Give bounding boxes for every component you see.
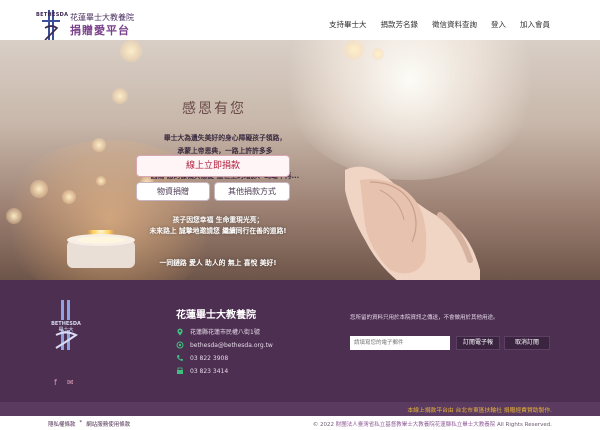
hero-closing-text: 一同鏈路 愛人 助人的 無上 喜悅 美好! [159, 259, 277, 267]
newsletter-email-input[interactable] [350, 336, 450, 350]
hero-title: 感恩有您 [182, 101, 246, 117]
copyright-org-link[interactable]: 財團法人臺灣省私立基督教畢士大教養院花蓮縣私立畢士大教養院 [336, 422, 496, 428]
copyright-suffix: All Rights Reserved. [495, 422, 552, 428]
logo-platform-name[interactable]: 捐贈愛平台 [70, 22, 130, 38]
policy-separator: * [79, 420, 83, 426]
policy-links: 隱私權條款 * 網站服務使用條款 [48, 420, 130, 428]
site-header: BETHESDA 花蓮畢士大教養院 捐贈愛平台 支持畢士大 捐款芳名錄 徵信資料… [0, 0, 600, 42]
footer-phone[interactable]: 03 822 3908 [190, 355, 228, 362]
bokeh-light [372, 48, 384, 60]
privacy-policy-link[interactable]: 隱私權條款 [48, 420, 76, 428]
subscribe-button[interactable]: 訂閱電子報 [456, 336, 500, 350]
nav-records-query[interactable]: 徵信資料查詢 [432, 19, 477, 30]
sponsor-text: 本線上捐款平台由 台北市東區扶輪社 捐贈經費贊助製作. [407, 408, 552, 414]
footer-email[interactable]: bethesda@bethesda.org.tw [190, 342, 273, 349]
footer-address: 花蓮縣花蓮市民權八街1號 [190, 329, 260, 336]
mail-icon [176, 341, 184, 349]
logo-english-text: BETHESDA [36, 12, 69, 18]
hero-line: 畢士大為遺失美好的身心障礙孩子領路， [163, 134, 287, 142]
hero-thanks-text: 孩子因您幸福 生命重現光亮； 未來路上 誠摯地邀請您 繼續同行在善的道路! [118, 215, 318, 237]
footer-org-name: 花蓮畢士大教養院 [176, 310, 256, 321]
footer-email-row: bethesda@bethesda.org.tw [176, 341, 273, 349]
bokeh-light [120, 40, 142, 62]
envelope-icon[interactable]: ✉ [67, 378, 74, 387]
fax-icon [177, 367, 183, 374]
footer-fax-row: 03 823 3414 [176, 367, 228, 375]
unsubscribe-button[interactable]: 取消訂閱 [504, 336, 550, 350]
hero-banner: 感恩有您 畢士大為遺失美好的身心障礙孩子領路， 承蒙上帝恩典，一路上許許多多 良… [0, 40, 600, 280]
terms-of-service-link[interactable]: 網站服務使用條款 [86, 420, 130, 428]
nav-donor-list[interactable]: 捐款芳名錄 [381, 19, 419, 30]
other-donation-methods-button[interactable]: 其他捐款方式 [214, 182, 290, 201]
main-nav: 支持畢士大 捐款芳名錄 徵信資料查詢 登入 加入會員 [329, 19, 550, 30]
bokeh-light [30, 180, 48, 198]
bokeh-light [62, 190, 76, 204]
hero-line: 未來路上 誠摯地邀請您 繼續同行在善的道路! [149, 227, 287, 235]
footer-address-row: 花蓮縣花蓮市民權八街1號 [176, 327, 260, 336]
footer-fax: 03 823 3414 [190, 367, 229, 375]
bokeh-light [6, 208, 22, 224]
hero-line: 孩子因您幸福 生命重現光亮； [172, 216, 264, 224]
footer-phone-row: 03 822 3908 [176, 354, 228, 362]
copyright-prefix: © 2022 [312, 422, 336, 428]
nav-register[interactable]: 加入會員 [520, 19, 550, 30]
donate-goods-button[interactable]: 物資捐贈 [136, 182, 210, 201]
footer-logo-icon[interactable]: BETHESDA 畢士大 [46, 300, 86, 350]
copyright: © 2022 財團法人臺灣省私立基督教畢士大教養院花蓮縣私立畢士大教養院 All… [313, 420, 552, 428]
nav-support[interactable]: 支持畢士大 [329, 19, 367, 30]
nav-login[interactable]: 登入 [491, 19, 506, 30]
bokeh-light [112, 88, 128, 104]
location-icon [177, 328, 183, 335]
footer-social-links: f ✉ [54, 378, 74, 387]
bokeh-light [344, 40, 364, 60]
donate-online-button[interactable]: 線上立即捐款 [136, 155, 290, 177]
phone-icon [177, 355, 183, 361]
facebook-icon[interactable]: f [54, 378, 57, 387]
subscribe-note: 您所留的資料只用於本院資訊之傳送，不會做用於其他用途。 [350, 315, 499, 321]
